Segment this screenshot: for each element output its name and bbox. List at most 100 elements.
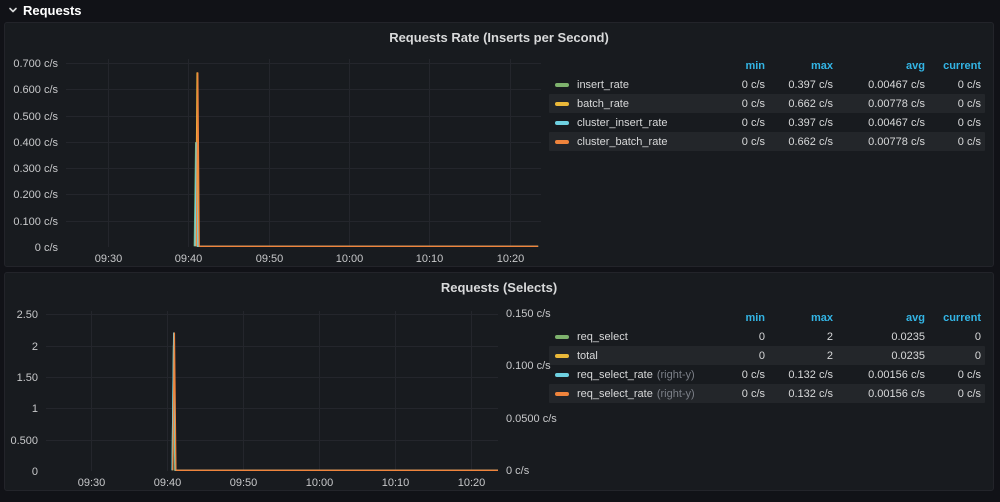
legend-value-min: 0	[713, 331, 765, 343]
legend-row[interactable]: req_select020.02350	[549, 327, 985, 346]
legend-row[interactable]: req_select_rate(right-y)0 c/s0.132 c/s0.…	[549, 365, 985, 384]
row-requests-header[interactable]: Requests	[0, 0, 1000, 20]
legend-value-avg: 0.0235	[833, 331, 925, 343]
legend-column-header-min[interactable]: min	[713, 60, 765, 72]
x-axis-tick-label: 10:00	[320, 253, 380, 265]
legend-value-current: 0 c/s	[925, 369, 981, 381]
y-axis-tick-label: 0.700 c/s	[5, 58, 58, 70]
y-axis-tick-label: 2.50	[5, 309, 38, 321]
legend-value-max: 0.662 c/s	[765, 98, 833, 110]
series-color-swatch	[555, 392, 569, 396]
series-line-batch_rate	[196, 73, 538, 246]
legend-series-label[interactable]: req_select_rate(right-y)	[555, 388, 713, 400]
legend-value-avg: 0.00156 c/s	[833, 369, 925, 381]
legend-value-current: 0	[925, 350, 981, 362]
row-requests-label: Requests	[23, 3, 82, 18]
legend-row[interactable]: insert_rate0 c/s0.397 c/s0.00467 c/s0 c/…	[549, 75, 985, 94]
legend-column-header-max[interactable]: max	[765, 312, 833, 324]
right-y-axis-tick-label: 0.100 c/s	[506, 360, 570, 372]
legend-value-current: 0	[925, 331, 981, 343]
legend-series-label[interactable]: insert_rate	[555, 79, 713, 91]
legend-value-max: 0.132 c/s	[765, 369, 833, 381]
series-line-cluster_batch_rate	[196, 73, 538, 246]
legend-series-name: req_select	[577, 331, 628, 343]
legend-value-avg: 0.0235	[833, 350, 925, 362]
legend-value-avg: 0.00778 c/s	[833, 136, 925, 148]
series-line-total	[173, 346, 498, 471]
legend-row[interactable]: cluster_insert_rate0 c/s0.397 c/s0.00467…	[549, 113, 985, 132]
legend-value-max: 0.397 c/s	[765, 79, 833, 91]
plot-area[interactable]	[46, 311, 498, 471]
legend-series-name: batch_rate	[577, 98, 629, 110]
legend-series-label[interactable]: total	[555, 350, 713, 362]
legend-series-name: total	[577, 350, 598, 362]
legend-value-max: 2	[765, 331, 833, 343]
legend-column-header-min[interactable]: min	[713, 312, 765, 324]
y-axis-tick-label: 0 c/s	[5, 242, 58, 254]
chart-canvas[interactable]	[66, 59, 541, 247]
legend-column-header-current[interactable]: current	[925, 312, 981, 324]
panel-requests-rate: Requests Rate (Inserts per Second) minma…	[4, 22, 994, 267]
legend-value-min: 0 c/s	[713, 369, 765, 381]
x-axis-tick-label: 09:40	[159, 253, 219, 265]
panel-title[interactable]: Requests (Selects)	[5, 280, 993, 295]
panel-title[interactable]: Requests Rate (Inserts per Second)	[5, 30, 993, 45]
legend-column-header-current[interactable]: current	[925, 60, 981, 72]
series-color-swatch	[555, 354, 569, 358]
legend-row[interactable]: req_select_rate(right-y)0 c/s0.132 c/s0.…	[549, 384, 985, 403]
legend-series-name: insert_rate	[577, 79, 629, 91]
y-axis-tick-label: 0.500	[5, 435, 38, 447]
legend-series-name: cluster_batch_rate	[577, 136, 668, 148]
right-y-axis-tick-label: 0 c/s	[506, 465, 570, 477]
legend-value-min: 0 c/s	[713, 79, 765, 91]
legend-column-header-avg[interactable]: avg	[833, 60, 925, 72]
legend-table: minmaxavgcurrentreq_select020.02350total…	[549, 309, 985, 403]
right-y-axis-tick-label: 0.0500 c/s	[506, 413, 570, 425]
legend-value-min: 0 c/s	[713, 117, 765, 129]
chart-canvas[interactable]	[46, 311, 498, 471]
x-axis-tick-label: 09:50	[214, 477, 274, 489]
legend-series-label[interactable]: batch_rate	[555, 98, 713, 110]
x-axis-tick-label: 09:30	[79, 253, 139, 265]
legend-value-min: 0 c/s	[713, 98, 765, 110]
panel-requests-selects: Requests (Selects) minmaxavgcurrent req_s…	[4, 272, 994, 491]
x-axis-tick-label: 10:20	[481, 253, 541, 265]
series-line-req_select_rate	[173, 333, 498, 470]
legend-header-row: minmaxavgcurrent	[549, 57, 985, 75]
legend-series-label[interactable]: req_select	[555, 331, 713, 343]
series-color-swatch	[555, 335, 569, 339]
legend-series-label[interactable]: cluster_insert_rate	[555, 117, 713, 129]
legend-series-label[interactable]: req_select_rate (right-y)	[555, 369, 713, 381]
legend-column-header-avg[interactable]: avg	[833, 312, 925, 324]
legend-value-avg: 0.00467 c/s	[833, 79, 925, 91]
legend-column-header-max[interactable]: max	[765, 60, 833, 72]
series-color-swatch	[555, 102, 569, 106]
legend-value-current: 0 c/s	[925, 388, 981, 400]
plot-area[interactable]	[66, 59, 541, 247]
y-axis-tick-label: 0.600 c/s	[5, 84, 58, 96]
legend-row[interactable]: total020.02350	[549, 346, 985, 365]
legend-value-max: 2	[765, 350, 833, 362]
legend-series-name: cluster_insert_rate	[577, 117, 668, 129]
legend-value-max: 0.132 c/s	[765, 388, 833, 400]
legend-value-min: 0 c/s	[713, 388, 765, 400]
legend-value-avg: 0.00156 c/s	[833, 388, 925, 400]
right-y-axis-tick-label: 0.150 c/s	[506, 308, 570, 320]
legend-table: minmaxavgcurrentinsert_rate0 c/s0.397 c/…	[549, 57, 985, 151]
legend-row[interactable]: batch_rate0 c/s0.662 c/s0.00778 c/s0 c/s	[549, 94, 985, 113]
x-axis-tick-label: 10:10	[400, 253, 460, 265]
x-axis-tick-label: 10:00	[290, 477, 350, 489]
series-line-req_select	[172, 346, 498, 471]
legend-row[interactable]: cluster_batch_rate0 c/s0.662 c/s0.00778 …	[549, 132, 985, 151]
series-color-swatch	[555, 140, 569, 144]
series-line-req_select_rate	[172, 333, 498, 470]
chevron-down-icon	[7, 4, 19, 16]
legend-value-min: 0	[713, 350, 765, 362]
legend-series-label[interactable]: cluster_batch_rate	[555, 136, 713, 148]
legend-series-name: req_select_rate	[577, 369, 653, 381]
y-axis-tick-label: 0.400 c/s	[5, 137, 58, 149]
y-axis-tick-label: 0.100 c/s	[5, 216, 58, 228]
x-axis-tick-label: 10:20	[442, 477, 502, 489]
legend-series-note: (right-y)	[657, 369, 695, 381]
x-axis-tick-label: 09:50	[240, 253, 300, 265]
